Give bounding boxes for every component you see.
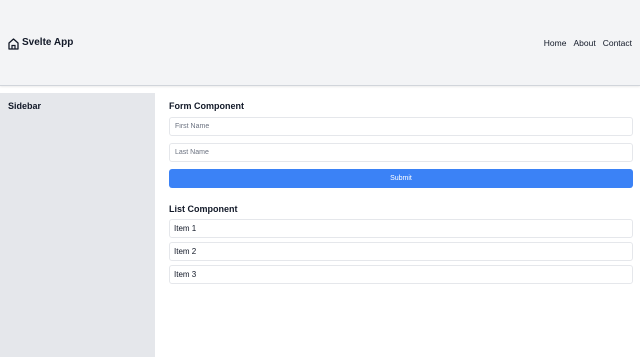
sidebar: Sidebar [0,93,155,357]
top-nav: Home About Contact [537,37,632,49]
home-icon [8,37,19,50]
app-title: Svelte App [22,37,74,48]
list-item[interactable]: Item 2 [169,242,633,261]
list-title: List Component [169,204,238,214]
nav-link-contact[interactable]: Contact [603,37,632,49]
list-item[interactable]: Item 3 [169,265,633,284]
last-name-input[interactable] [169,143,633,162]
nav-link-home[interactable]: Home [544,37,567,49]
list-item[interactable]: Item 1 [169,219,633,238]
form-title: Form Component [169,101,244,111]
sidebar-title: Sidebar [8,101,42,111]
nav-link-about[interactable]: About [573,37,595,49]
first-name-input[interactable] [169,117,633,136]
brand[interactable]: Svelte App [8,36,73,50]
submit-button[interactable]: Submit [169,169,633,188]
app-header: Svelte App Home About Contact [0,0,640,86]
